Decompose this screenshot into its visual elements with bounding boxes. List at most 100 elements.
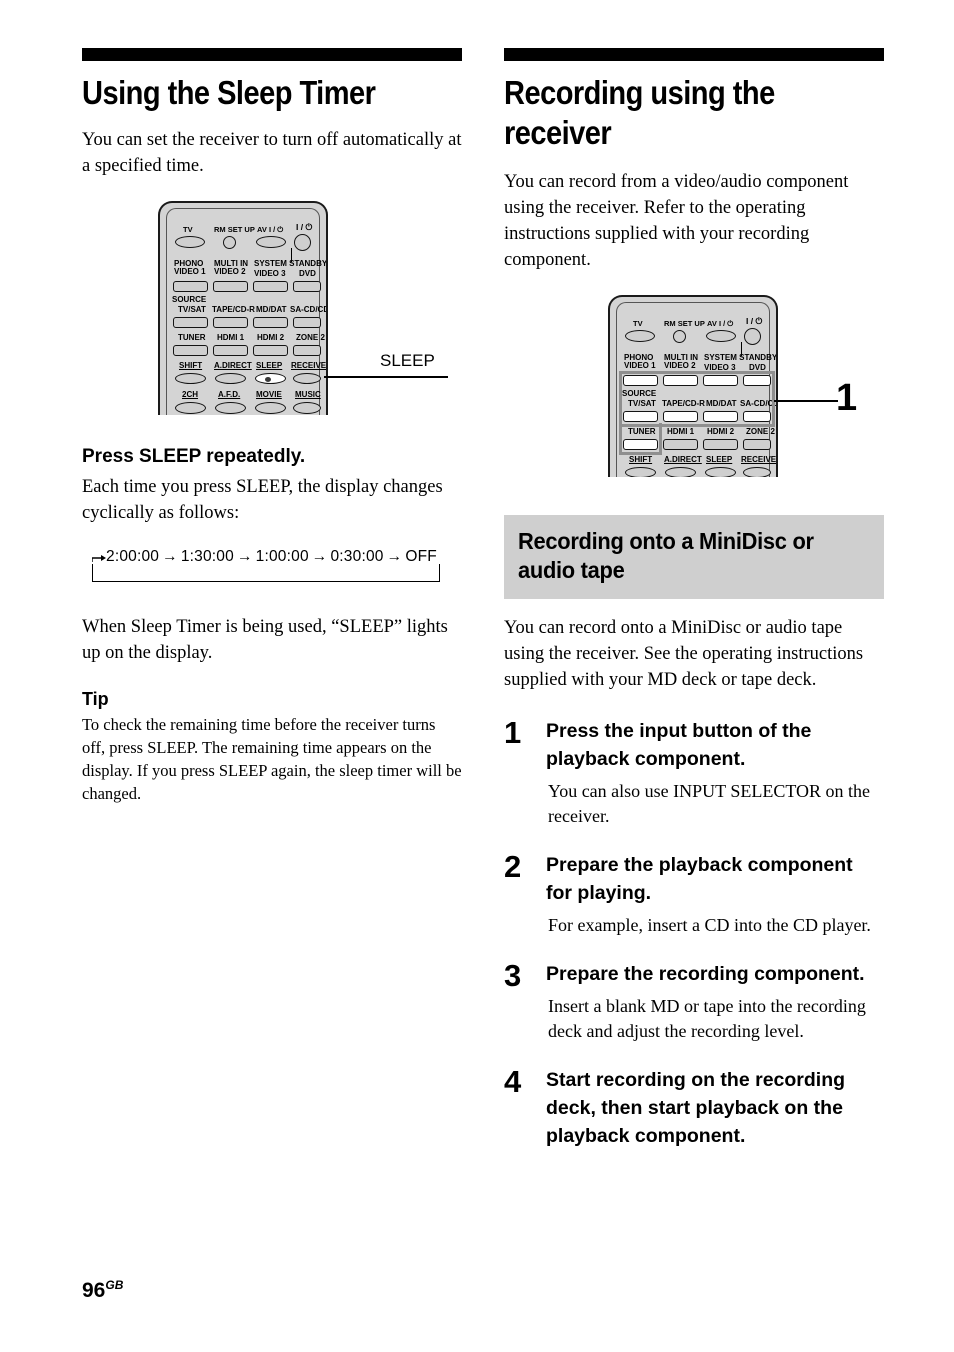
remote2-key-dvd[interactable] (743, 375, 771, 386)
remote-figure-sleep: TV RM SET UP AV I / ⏻ I / ⏻ PHONO VIDEO … (158, 201, 448, 415)
remote-body-2: TV RM SET UP AV I / ⏻ I / ⏻ PHONO VIDEO … (608, 295, 778, 477)
cycle-step-4: OFF (405, 548, 437, 565)
remote-key-label-movie: MOVIE (256, 390, 282, 399)
remote-key-movie[interactable] (255, 402, 286, 414)
remote-key-tuner[interactable] (173, 345, 208, 356)
remote-key-hdmi2[interactable] (253, 345, 288, 356)
page-folio: 96GB (82, 1278, 123, 1303)
remote2-key-main-power[interactable] (744, 328, 761, 345)
remote2-key-tv-sat[interactable] (623, 411, 658, 422)
remote-key-tv[interactable] (175, 236, 205, 248)
step-title: Press the input button of the playback c… (546, 720, 812, 770)
remote2-key-label-tv-sat: TV/SAT (628, 399, 656, 408)
sleep-indicator-note: When Sleep Timer is being used, “SLEEP” … (82, 617, 448, 663)
remote-key-main-power[interactable] (294, 234, 311, 251)
left-column: Using the Sleep Timer You can set the re… (82, 48, 462, 805)
chapter-rule-left (82, 48, 462, 61)
remote-key-label-receiver: RECEIVER (291, 361, 328, 370)
remote-key-shift[interactable] (175, 373, 206, 384)
remote2-key-video1[interactable] (623, 375, 658, 386)
remote2-key-label-zone2: ZONE 2 (746, 427, 775, 436)
manual-page: Using the Sleep Timer You can set the re… (0, 0, 954, 1352)
remote2-key-label-sleep: SLEEP (706, 455, 733, 464)
step-number: 3 (504, 958, 522, 993)
step-content: Prepare the recording component. Insert … (546, 960, 884, 1044)
remote-key-label-2ch: 2CH (182, 390, 199, 399)
remote2-key-label-md-dat: MD/DAT (706, 399, 737, 408)
remote2-key-hdmi2[interactable] (703, 439, 738, 450)
remote-key-a-direct[interactable] (215, 373, 246, 384)
remote2-key-label-hdmi2: HDMI 2 (707, 427, 735, 436)
remote2-key-a-direct[interactable] (665, 467, 696, 477)
remote-key-tape-cdr[interactable] (213, 317, 248, 328)
remote-key-video2[interactable] (213, 281, 248, 292)
remote2-key-tape-cdr[interactable] (663, 411, 698, 422)
step-number: 1 (504, 715, 522, 750)
remote-key-dvd[interactable] (293, 281, 321, 292)
section-heading-text: Recording onto a MiniDisc or audio tape (518, 528, 814, 583)
remote-key-label-dvd: DVD (299, 269, 316, 278)
press-sleep-body: Each time you press SLEEP, the display c… (82, 477, 443, 523)
sleep-cycle-diagram: 2:00:00 → 1:30:00 → 1:00:00 → 0:30:00 → OFF (92, 548, 440, 584)
remote-key-video1[interactable] (173, 281, 208, 292)
step-title: Start recording on the recording deck, t… (546, 1069, 846, 1147)
remote-key-label-hdmi2: HDMI 2 (257, 333, 285, 342)
remote2-key-video2[interactable] (663, 375, 698, 386)
remote-key-music[interactable] (293, 402, 321, 414)
remote-key-label-shift: SHIFT (179, 361, 203, 370)
cycle-arrow-icon-1: → (236, 548, 253, 565)
remote-key-2ch[interactable] (175, 402, 206, 414)
cycle-loop-line (92, 564, 440, 582)
remote-key-sa-cd-cd[interactable] (293, 317, 321, 328)
remote2-key-label-phono-video1: PHONO VIDEO 1 (624, 353, 656, 371)
remote-key-afd[interactable] (215, 402, 246, 414)
recording-intro: You can record from a video/audio compon… (504, 172, 849, 270)
remote2-key-shift[interactable] (625, 467, 656, 477)
remote2-key-av-power[interactable] (706, 330, 736, 342)
remote2-key-label-rm-set-up: RM SET UP (664, 319, 705, 328)
remote2-key-sleep[interactable] (705, 467, 736, 477)
remote-key-sleep-highlighted[interactable] (255, 373, 286, 384)
sleep-timer-intro: You can set the receiver to turn off aut… (82, 130, 462, 176)
right-column: Recording using the receiver You can rec… (504, 48, 884, 1150)
step-description: Insert a blank MD or tape into the recor… (548, 996, 866, 1041)
remote-key-receiver[interactable] (293, 373, 321, 384)
cycle-arrow-icon-3: → (386, 548, 403, 565)
remote2-key-receiver[interactable] (743, 467, 771, 477)
step-description: You can also use INPUT SELECTOR on the r… (548, 781, 871, 826)
sleep-callout-leader-line (324, 376, 448, 378)
remote2-key-hdmi1[interactable] (663, 439, 698, 450)
remote-key-av-power[interactable] (256, 236, 286, 248)
cycle-step-1: 1:30:00 (180, 548, 234, 565)
remote2-key-tv[interactable] (625, 330, 655, 342)
remote2-key-rm-set-up[interactable] (673, 330, 686, 343)
remote-key-label-hdmi1: HDMI 1 (217, 333, 245, 342)
input-callout-leader-line (774, 400, 838, 403)
remote2-key-video3[interactable] (703, 375, 738, 386)
remote2-key-sa-cd-cd[interactable] (743, 411, 771, 422)
remote2-key-label-video3: VIDEO 3 (704, 363, 736, 372)
remote-key-md-dat[interactable] (253, 317, 288, 328)
page-title-sleep-timer: Using the Sleep Timer (82, 74, 376, 111)
step-content: Prepare the playback component for playi… (546, 851, 884, 938)
remote2-key-label-main-power: I / ⏻ (746, 316, 763, 326)
remote-key-label-sleep: SLEEP (256, 361, 283, 370)
remote-key-label-a-direct: A.DIRECT (214, 361, 252, 370)
remote-key-video3[interactable] (253, 281, 288, 292)
remote-key-hdmi1[interactable] (213, 345, 248, 356)
remote2-key-label-tv: TV (633, 319, 643, 328)
folio-region: GB (105, 1278, 124, 1292)
remote-key-zone2[interactable] (293, 345, 321, 356)
remote2-key-tuner[interactable] (623, 439, 658, 450)
sleep-callout-label: SLEEP (380, 351, 435, 370)
section-heading-minidisc: Recording onto a MiniDisc or audio tape (504, 515, 884, 599)
remote-key-label-tuner: TUNER (178, 333, 206, 342)
step-item: 2 Prepare the playback component for pla… (504, 851, 884, 938)
remote-key-tv-sat[interactable] (173, 317, 208, 328)
remote2-key-label-dvd: DVD (749, 363, 766, 372)
remote-key-label-phono-video1: PHONO VIDEO 1 (174, 259, 206, 277)
remote2-key-zone2[interactable] (743, 439, 771, 450)
remote-key-rm-set-up[interactable] (223, 236, 236, 249)
cycle-step-3: 0:30:00 (330, 548, 384, 565)
remote2-key-md-dat[interactable] (703, 411, 738, 422)
